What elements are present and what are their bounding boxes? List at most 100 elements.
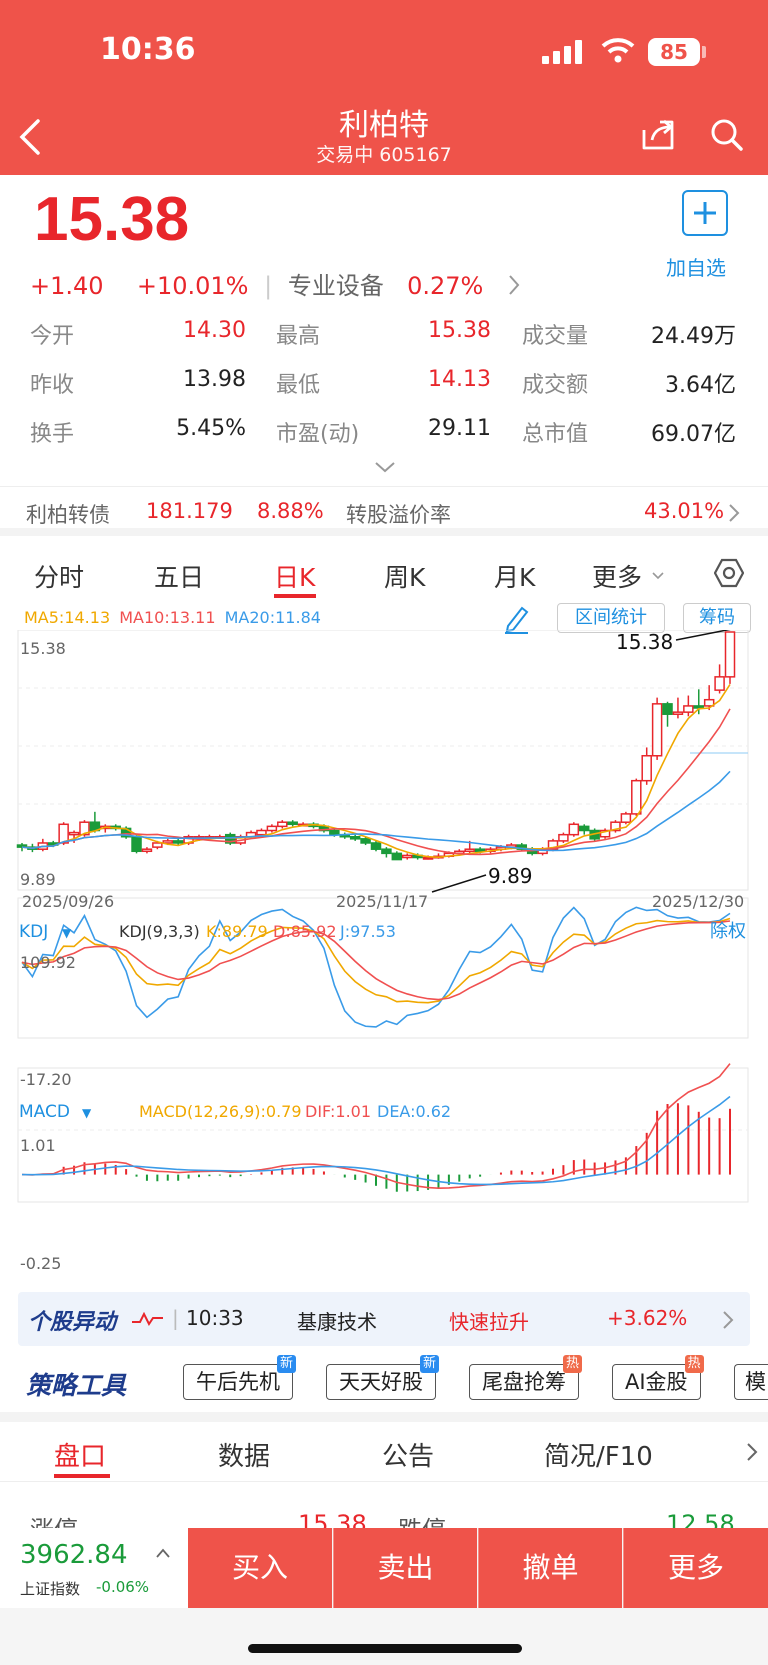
share-icon[interactable] bbox=[640, 118, 676, 152]
macd-selector[interactable]: MACD bbox=[19, 1102, 70, 1122]
plus-icon bbox=[694, 202, 716, 224]
index-ticker[interactable]: 3962.84 上证指数 -0.06% bbox=[0, 1528, 188, 1608]
tool-item[interactable]: 尾盘抢筹热 bbox=[469, 1355, 582, 1400]
chips-button[interactable]: 筹码 bbox=[683, 603, 751, 633]
orderbook-peek: 涨停 15.38 跌停 12.58 bbox=[30, 1510, 735, 1530]
candle-body bbox=[558, 833, 569, 842]
chart-tabs: 分时 五日 日K 周K 月K 更多 bbox=[0, 550, 768, 598]
tab-five-day[interactable]: 五日 bbox=[154, 558, 204, 594]
candle-body bbox=[568, 823, 580, 836]
low-callout: 9.89 bbox=[488, 864, 533, 888]
quote-value: 13.98 bbox=[183, 367, 246, 392]
candle-body bbox=[277, 821, 288, 828]
candle-body bbox=[578, 825, 590, 832]
tools-title: 策略工具 bbox=[26, 1371, 127, 1400]
quote-label: 昨收 bbox=[30, 373, 75, 398]
convertible-bond-bar[interactable]: 利柏转债 181.179 8.88% 转股溢价率 43.01% bbox=[0, 486, 768, 536]
candle-body bbox=[381, 848, 392, 855]
tab-announcements[interactable]: 公告 bbox=[382, 1436, 434, 1473]
candle-body bbox=[672, 711, 684, 715]
tab-intraday[interactable]: 分时 bbox=[34, 558, 84, 594]
quote-value: 5.45% bbox=[176, 416, 246, 441]
chevron-up-icon[interactable] bbox=[156, 1548, 170, 1558]
adjust-button[interactable]: 除权 bbox=[710, 921, 746, 942]
sector-change[interactable]: 0.27% bbox=[407, 272, 483, 300]
ma10-value: MA10:13.11 bbox=[119, 608, 216, 627]
more-actions-button[interactable]: 更多 bbox=[623, 1528, 768, 1608]
chevron-down-icon[interactable]: ▼ bbox=[62, 926, 72, 940]
macd-max-label: 1.01 bbox=[20, 1136, 56, 1155]
candle-body bbox=[464, 848, 475, 853]
panel-frame bbox=[17, 897, 749, 1039]
tab-data[interactable]: 数据 bbox=[218, 1436, 270, 1473]
home-indicator bbox=[248, 1644, 522, 1653]
chevron-down-icon[interactable] bbox=[652, 572, 664, 580]
kdj-selector[interactable]: KDJ bbox=[19, 922, 48, 942]
new-badge: 新 bbox=[419, 1355, 439, 1373]
kdj-max-label: 109.92 bbox=[20, 953, 76, 972]
buy-button[interactable]: 买入 bbox=[188, 1528, 332, 1608]
tab-f10[interactable]: 简况/F10 bbox=[544, 1436, 653, 1473]
quote-label: 今开 bbox=[30, 324, 75, 349]
macd-params: MACD(12,26,9):0.79 bbox=[139, 1102, 302, 1121]
date-end: 2025/12/30 bbox=[652, 892, 744, 911]
tool-item[interactable]: AI金股热 bbox=[612, 1355, 704, 1400]
add-watch-label[interactable]: 加自选 bbox=[666, 252, 726, 281]
tool-item[interactable]: 天天好股新 bbox=[326, 1355, 439, 1400]
chevron-right-icon bbox=[729, 504, 740, 522]
candle-body bbox=[631, 779, 642, 815]
candle-body bbox=[266, 825, 278, 832]
chevron-right-icon[interactable] bbox=[507, 274, 521, 296]
tab-orderbook[interactable]: 盘口 bbox=[54, 1436, 106, 1473]
kline-chart[interactable]: 15.38 9.89 15.38 9.89 2025/09/26 2025/11… bbox=[0, 630, 768, 1280]
quote-value: 14.30 bbox=[183, 318, 246, 343]
date-mid: 2025/11/17 bbox=[336, 892, 428, 911]
tab-monthly-k[interactable]: 月K bbox=[494, 558, 535, 594]
sell-button[interactable]: 卖出 bbox=[333, 1528, 477, 1608]
candle-body bbox=[474, 848, 486, 853]
cb-pct: 8.88% bbox=[257, 499, 324, 523]
sector-name[interactable]: 专业设备 bbox=[288, 272, 384, 300]
candle-body bbox=[391, 852, 403, 861]
chevron-down-icon[interactable]: ▼ bbox=[82, 1106, 92, 1120]
candle-body bbox=[641, 755, 652, 782]
cb-premium: 43.01% bbox=[644, 499, 725, 523]
hot-badge: 热 bbox=[684, 1355, 704, 1373]
add-watch-button[interactable] bbox=[682, 190, 728, 236]
change-row: +1.40 +10.01% | 专业设备 0.27% bbox=[30, 266, 521, 301]
cb-premium-label: 转股溢价率 bbox=[346, 503, 451, 527]
candle-body bbox=[349, 835, 361, 840]
chevron-right-icon[interactable] bbox=[746, 1442, 758, 1462]
tool-item[interactable]: 模 bbox=[734, 1364, 768, 1400]
macd-dea-line bbox=[21, 1095, 731, 1186]
stock-events-bar[interactable]: 个股异动 | 10:33 基康技术 快速拉升 +3.62% bbox=[18, 1292, 750, 1346]
cancel-order-button[interactable]: 撤单 bbox=[478, 1528, 622, 1608]
price-max-label: 15.38 bbox=[20, 639, 66, 658]
candle-body bbox=[131, 835, 142, 853]
tab-weekly-k[interactable]: 周K bbox=[384, 558, 425, 594]
wifi-icon bbox=[601, 38, 635, 63]
chevron-down-icon[interactable] bbox=[374, 460, 396, 474]
quote-value: 29.11 bbox=[428, 416, 491, 441]
candle-body bbox=[172, 840, 184, 844]
quote-label: 最低 bbox=[276, 373, 321, 398]
tab-daily-k[interactable]: 日K bbox=[274, 558, 315, 594]
tab-more[interactable]: 更多 bbox=[592, 558, 642, 594]
interval-stats-button[interactable]: 区间统计 bbox=[557, 603, 665, 633]
strategy-tools-bar: 策略工具 午后先机新 天天好股新 尾盘抢筹热 AI金股热 模 bbox=[0, 1355, 768, 1410]
quote-label: 换手 bbox=[30, 422, 75, 447]
tool-item[interactable]: 午后先机新 bbox=[183, 1355, 296, 1400]
search-icon[interactable] bbox=[710, 118, 744, 152]
ma-legend: MA5:14.13 MA10:13.11 MA20:11.84 bbox=[24, 608, 321, 627]
battery-icon: 85 bbox=[648, 38, 700, 66]
low-callout-line bbox=[431, 874, 487, 893]
pulse-icon bbox=[132, 1312, 163, 1326]
macd-min-label: -0.25 bbox=[20, 1254, 61, 1273]
candle-body bbox=[662, 703, 673, 715]
price-change-pct: +10.01% bbox=[136, 272, 249, 300]
event-pct: +3.62% bbox=[607, 1306, 688, 1330]
settings-icon[interactable] bbox=[714, 558, 744, 588]
candle-body bbox=[683, 705, 694, 713]
candle-body bbox=[152, 842, 163, 848]
last-price: 15.38 bbox=[34, 185, 190, 254]
